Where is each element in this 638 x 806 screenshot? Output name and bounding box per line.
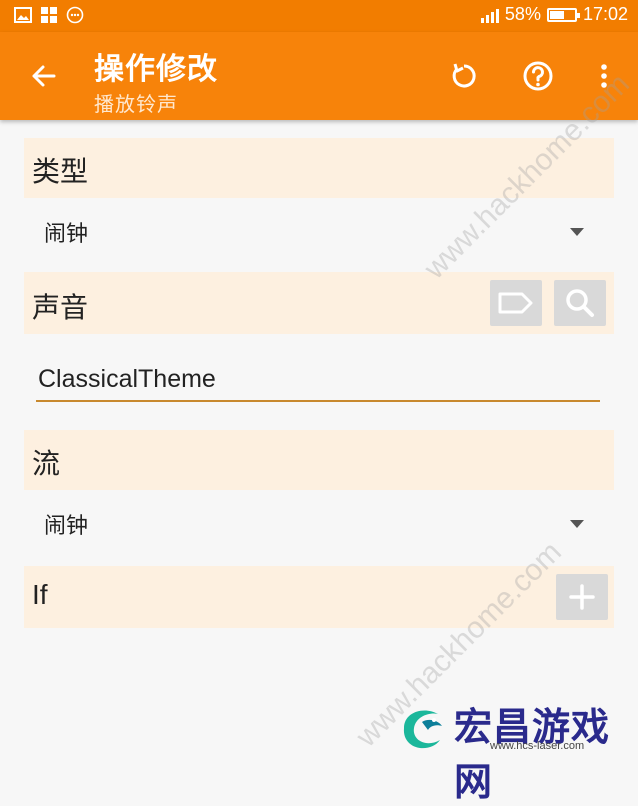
section-stream-header: 流 xyxy=(24,430,614,490)
plus-icon xyxy=(569,584,595,610)
search-button[interactable] xyxy=(554,280,606,326)
more-vert-icon[interactable] xyxy=(584,56,624,96)
signal-icon xyxy=(480,7,499,23)
section-sound-header: 声音 xyxy=(24,272,614,334)
section-type-label: 类型 xyxy=(32,155,89,188)
section-sound-label: 声音 xyxy=(32,291,89,324)
back-arrow-icon[interactable] xyxy=(24,56,64,96)
message-icon xyxy=(66,6,84,24)
search-icon xyxy=(566,289,594,317)
app-bar: 操作修改 播放铃声 xyxy=(0,32,638,120)
image-icon xyxy=(14,7,32,23)
stream-dropdown-value: 闹钟 xyxy=(44,514,89,539)
status-bar: 58% 17:02 xyxy=(0,0,638,32)
section-stream-label: 流 xyxy=(32,447,61,480)
page-title: 操作修改 xyxy=(94,52,218,87)
apps-icon xyxy=(41,7,57,23)
help-icon[interactable] xyxy=(518,56,558,96)
dragon-logo-icon xyxy=(403,710,442,749)
page-subtitle: 播放铃声 xyxy=(94,92,178,116)
tag-button[interactable] xyxy=(490,280,542,326)
chevron-down-icon xyxy=(570,228,584,236)
watermark-logo: 宏昌游戏网 www.hcs-laser.com xyxy=(390,690,638,804)
add-condition-button[interactable] xyxy=(556,574,608,620)
chevron-down-icon xyxy=(570,520,584,528)
battery-icon xyxy=(546,7,580,22)
type-dropdown-value: 闹钟 xyxy=(44,222,89,247)
sound-input[interactable] xyxy=(36,358,600,402)
stream-dropdown[interactable]: 闹钟 xyxy=(24,498,614,548)
type-dropdown[interactable]: 闹钟 xyxy=(24,206,614,256)
section-if-header: If xyxy=(24,566,614,628)
battery-percent: 58% xyxy=(504,4,541,24)
section-type-header: 类型 xyxy=(24,138,614,198)
watermark-logo-sub: www.hcs-laser.com xyxy=(490,740,585,752)
tag-icon xyxy=(498,292,533,314)
clock: 17:02 xyxy=(582,4,628,24)
reset-icon[interactable] xyxy=(444,56,484,96)
section-if-label: If xyxy=(32,579,48,610)
